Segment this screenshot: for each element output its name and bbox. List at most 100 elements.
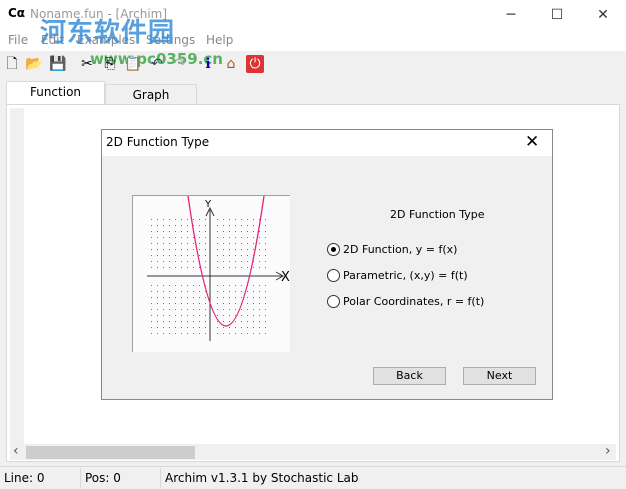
grid-dot xyxy=(187,327,188,328)
grid-dot xyxy=(175,321,176,322)
grid-dot xyxy=(169,237,170,238)
line-gutter xyxy=(10,108,24,444)
grid-dot xyxy=(199,249,200,250)
maximize-button[interactable]: ☐ xyxy=(534,0,580,31)
grid-dot xyxy=(253,291,254,292)
new-file-icon[interactable]: 🗋 xyxy=(3,55,21,73)
menu-file[interactable]: File xyxy=(8,33,28,47)
grid-dot xyxy=(151,231,152,232)
radio-button[interactable] xyxy=(327,269,340,282)
cut-icon[interactable]: ✂ xyxy=(78,55,96,73)
paste-icon[interactable]: 📋 xyxy=(124,55,142,73)
grid-dot xyxy=(247,315,248,316)
grid-dot xyxy=(241,231,242,232)
grid-dot xyxy=(187,225,188,226)
grid-dot xyxy=(265,237,266,238)
copy-icon[interactable]: ⎘ xyxy=(101,55,119,73)
grid-dot xyxy=(223,321,224,322)
undo-icon[interactable]: ↶ xyxy=(148,55,166,73)
grid-dot xyxy=(229,303,230,304)
grid-dot xyxy=(235,237,236,238)
grid-dot xyxy=(253,327,254,328)
grid-dot xyxy=(235,231,236,232)
grid-dot xyxy=(223,291,224,292)
scroll-right-icon[interactable]: › xyxy=(605,443,611,459)
grid-dot xyxy=(217,249,218,250)
x-axis-label: X xyxy=(281,270,290,285)
grid-dot xyxy=(205,333,206,334)
radio-2d-function[interactable]: 2D Function, y = f(x) xyxy=(327,243,457,256)
grid-dot xyxy=(223,315,224,316)
grid-dot xyxy=(175,249,176,250)
menu-help[interactable]: Help xyxy=(206,33,233,47)
grid-dot xyxy=(157,219,158,220)
tab-graph[interactable]: Graph xyxy=(105,84,197,106)
grid-dot xyxy=(193,309,194,310)
next-button[interactable]: Next xyxy=(463,367,536,385)
grid-dot xyxy=(235,285,236,286)
grid-dot xyxy=(175,255,176,256)
grid-dot xyxy=(223,243,224,244)
info-icon[interactable]: ℹ xyxy=(199,55,217,73)
dialog-title: 2D Function Type xyxy=(106,135,210,149)
grid-dot xyxy=(253,309,254,310)
grid-dot xyxy=(181,219,182,220)
grid-dot xyxy=(163,225,164,226)
radio-polar[interactable]: Polar Coordinates, r = f(t) xyxy=(327,295,484,308)
grid-dot xyxy=(223,249,224,250)
back-button[interactable]: Back xyxy=(373,367,446,385)
grid-dot xyxy=(181,261,182,262)
grid-dot xyxy=(163,321,164,322)
grid-dot xyxy=(235,297,236,298)
grid-dot xyxy=(187,255,188,256)
grid-dot xyxy=(151,309,152,310)
grid-dot xyxy=(199,231,200,232)
grid-dot xyxy=(265,303,266,304)
dialog-close-icon[interactable]: ✕ xyxy=(525,132,539,152)
grid-dot xyxy=(223,237,224,238)
scrollbar-thumb[interactable] xyxy=(26,446,195,459)
grid-dot xyxy=(247,333,248,334)
grid-dot xyxy=(265,255,266,256)
grid-dot xyxy=(193,237,194,238)
radio-button-selected[interactable] xyxy=(327,243,340,256)
power-icon[interactable]: ⏻ xyxy=(246,55,264,73)
grid-dot xyxy=(169,315,170,316)
minimize-button[interactable]: ─ xyxy=(488,0,534,31)
open-folder-icon[interactable]: 📂 xyxy=(25,55,43,73)
grid-dot xyxy=(169,309,170,310)
grid-dot xyxy=(229,243,230,244)
grid-dot xyxy=(223,225,224,226)
grid-dot xyxy=(187,231,188,232)
grid-dot xyxy=(175,327,176,328)
y-axis-label: Y xyxy=(204,199,212,210)
grid-dot xyxy=(187,285,188,286)
grid-dot xyxy=(157,291,158,292)
grid-dot xyxy=(169,249,170,250)
grid-dot xyxy=(229,297,230,298)
grid-dot xyxy=(259,255,260,256)
grid-dot xyxy=(241,219,242,220)
grid-dot xyxy=(151,237,152,238)
grid-dot xyxy=(229,327,230,328)
grid-dot xyxy=(247,249,248,250)
grid-dot xyxy=(241,297,242,298)
grid-dot xyxy=(181,297,182,298)
grid-dot xyxy=(169,255,170,256)
grid-dot xyxy=(163,285,164,286)
grid-dot xyxy=(247,231,248,232)
grid-dot xyxy=(205,297,206,298)
redo-icon[interactable]: ↷ xyxy=(171,55,189,73)
radio-parametric[interactable]: Parametric, (x,y) = f(t) xyxy=(327,269,468,282)
tab-function[interactable]: Function xyxy=(6,81,105,105)
grid-dot xyxy=(187,321,188,322)
scroll-left-icon[interactable]: ‹ xyxy=(13,443,19,459)
save-icon[interactable]: 💾 xyxy=(49,55,67,73)
grid-dot xyxy=(247,261,248,262)
radio-button[interactable] xyxy=(327,295,340,308)
grid-dot xyxy=(265,327,266,328)
close-button[interactable]: ✕ xyxy=(580,0,626,31)
grid-dot xyxy=(193,285,194,286)
grid-dot xyxy=(247,243,248,244)
home-icon[interactable]: ⌂ xyxy=(222,55,240,73)
